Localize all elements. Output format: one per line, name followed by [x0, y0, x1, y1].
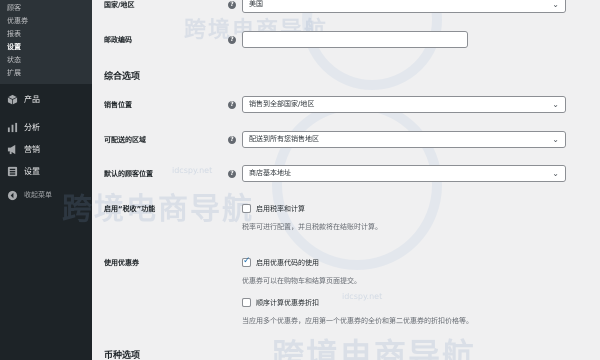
sequential-coupons-description: 当应用多个优惠券，应用第一个优惠券的全价和第二优惠券的折扣价格等。 [242, 317, 473, 325]
submenu-item-status[interactable]: 状态 [0, 54, 92, 67]
settings-icon [6, 165, 18, 177]
help-icon[interactable]: ? [228, 101, 236, 109]
taxes-checkbox-label[interactable]: 启用税率和计算 [256, 204, 305, 214]
collapse-arrow-icon [6, 189, 18, 201]
selling-location-label: 销售位置 [104, 101, 132, 109]
bar-chart-icon [6, 121, 18, 133]
shipping-location-value: 配送到所有您销售地区 [249, 135, 319, 143]
sequential-coupons-label[interactable]: 顺序计算优惠券折扣 [256, 298, 319, 308]
coupons-label: 使用优惠券 [104, 259, 139, 267]
default-customer-location-label: 默认的顾客位置 [104, 170, 153, 178]
shipping-location-select[interactable]: 配送到所有您销售地区 ⌄ [242, 131, 566, 148]
woocommerce-submenu: 顾客 优惠券 报表 设置 状态 扩展 [0, 0, 92, 84]
taxes-label: 启用“税收”功能 [104, 205, 156, 213]
submenu-item-settings[interactable]: 设置 [0, 41, 92, 54]
menu-item-label: 营销 [24, 144, 40, 154]
currency-options-title: 币种选项 [104, 351, 141, 360]
default-customer-location-value: 商店基本地址 [249, 169, 291, 177]
megaphone-icon [6, 143, 18, 155]
submenu-item-extensions[interactable]: 扩展 [0, 67, 92, 80]
help-icon[interactable]: ? [228, 136, 236, 144]
watermark-url: idcspy.net [172, 166, 213, 175]
taxes-checkbox[interactable] [242, 204, 251, 213]
menu-item-marketing[interactable]: 营销 [0, 138, 92, 160]
country-select-value: 美国 [249, 0, 263, 8]
coupons-checkbox-label[interactable]: 启用优惠代码的使用 [256, 258, 319, 268]
help-icon[interactable]: ? [228, 1, 236, 9]
shipping-location-label: 可配送的区域 [104, 136, 146, 144]
chevron-down-icon: ⌄ [552, 169, 559, 178]
collapse-menu-label: 收起菜单 [24, 191, 52, 199]
chevron-down-icon: ⌄ [552, 135, 559, 144]
collapse-menu-button[interactable]: 收起菜单 [0, 184, 92, 206]
country-label: 国家/地区 [104, 1, 135, 9]
taxes-description: 税率可进行配置，并且税款将在结账时计算。 [242, 223, 382, 231]
admin-sidebar: 顾客 优惠券 报表 设置 状态 扩展 产品 分析 营销 设置 收起菜单 [0, 0, 92, 360]
country-select[interactable]: 美国 ⌄ [242, 0, 566, 13]
default-customer-location-select[interactable]: 商店基本地址 ⌄ [242, 165, 566, 182]
help-icon[interactable]: ? [228, 36, 236, 44]
help-icon[interactable]: ? [228, 170, 236, 178]
menu-item-analytics[interactable]: 分析 [0, 116, 92, 138]
postcode-label: 邮政编码 [104, 36, 132, 44]
menu-item-label: 分析 [24, 122, 40, 132]
menu-item-products[interactable]: 产品 [0, 88, 92, 110]
coupons-checkbox[interactable] [242, 256, 251, 267]
submenu-item-coupons[interactable]: 优惠券 [0, 15, 92, 28]
watermark-circle [272, 100, 442, 270]
settings-main: 跨境电商导航 跨境电商导航 跨境电商导航 idcspy.net idcspy.n… [62, 0, 600, 360]
submenu-item-customers[interactable]: 顾客 [0, 2, 92, 15]
submenu-item-reports[interactable]: 报表 [0, 28, 92, 41]
menu-item-settings[interactable]: 设置 [0, 160, 92, 182]
menu-item-label: 设置 [24, 166, 40, 176]
menu-item-label: 产品 [24, 94, 40, 104]
postcode-input[interactable] [242, 31, 468, 48]
general-options-title: 综合选项 [104, 72, 141, 82]
selling-location-value: 销售到全部国家/地区 [249, 100, 315, 108]
selling-location-select[interactable]: 销售到全部国家/地区 ⌄ [242, 96, 566, 113]
watermark-url: idcspy.net [342, 292, 383, 301]
coupons-description: 优惠券可以在购物车和结算页面提交。 [242, 277, 361, 285]
chevron-down-icon: ⌄ [552, 0, 559, 9]
sequential-coupons-checkbox[interactable] [242, 298, 251, 307]
box-icon [6, 93, 18, 105]
watermark-text: 跨境电商导航 [272, 336, 477, 360]
chevron-down-icon: ⌄ [552, 100, 559, 109]
